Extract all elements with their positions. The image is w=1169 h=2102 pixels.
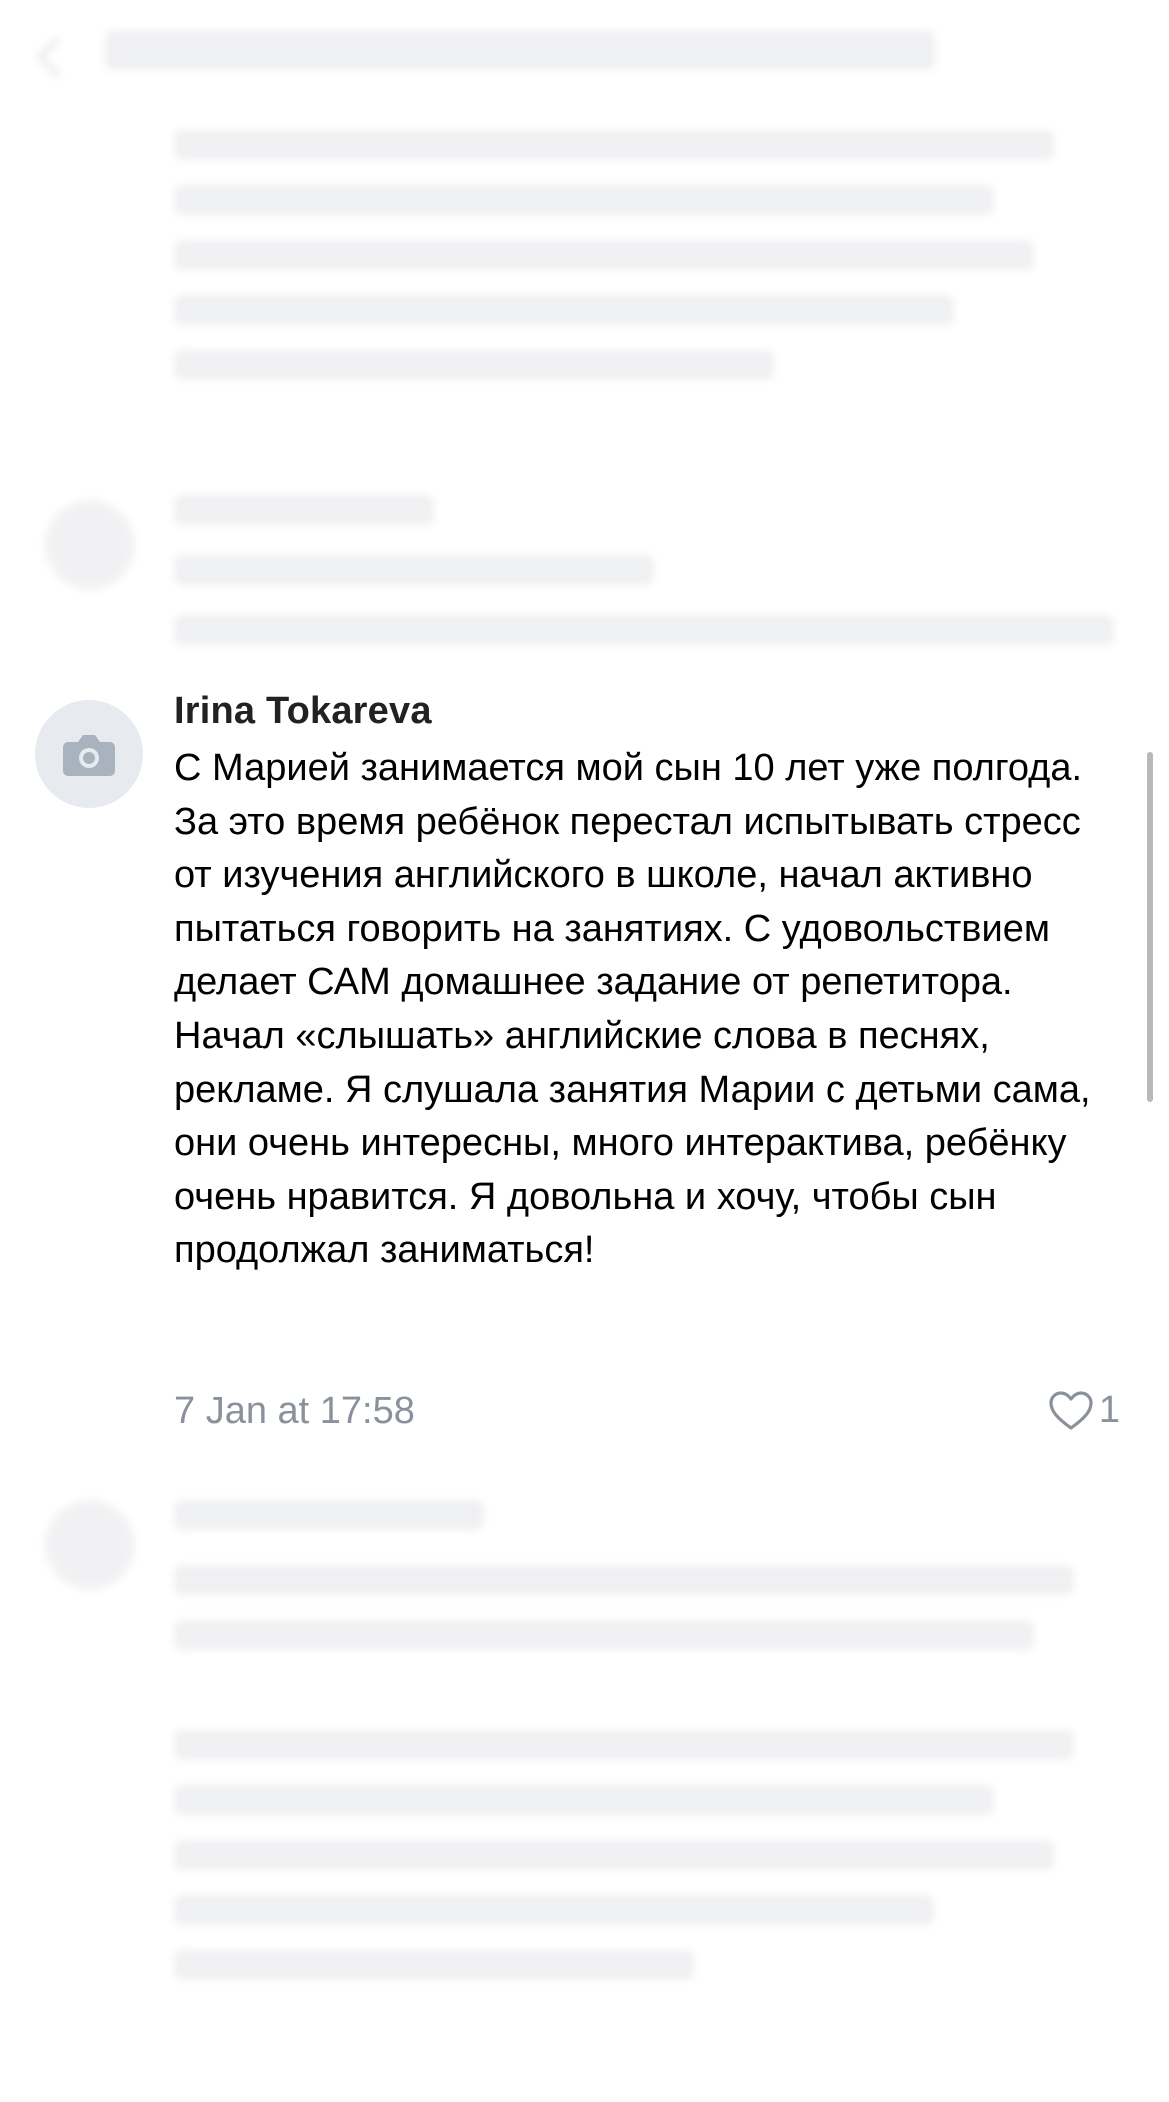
scrollbar[interactable] [1147,752,1153,1102]
faded-next-comments [0,1480,1169,2000]
comment-timestamp: 7 Jan at 17:58 [174,1390,415,1432]
like-button[interactable]: 1 [1047,1388,1120,1432]
comment-text: С Марией занимается мой сын 10 лет уже п… [174,747,1091,1272]
camera-icon [63,735,115,776]
like-count: 1 [1098,1388,1120,1431]
heart-outline-icon [1049,1391,1093,1430]
comment-author[interactable]: Irina Tokareva [174,690,432,733]
faded-previous-comments [0,0,1169,680]
avatar[interactable] [35,700,143,808]
back-chevron-icon [35,35,79,79]
comment-meta: 7 Jan at 17:58 1 [174,1388,1120,1440]
